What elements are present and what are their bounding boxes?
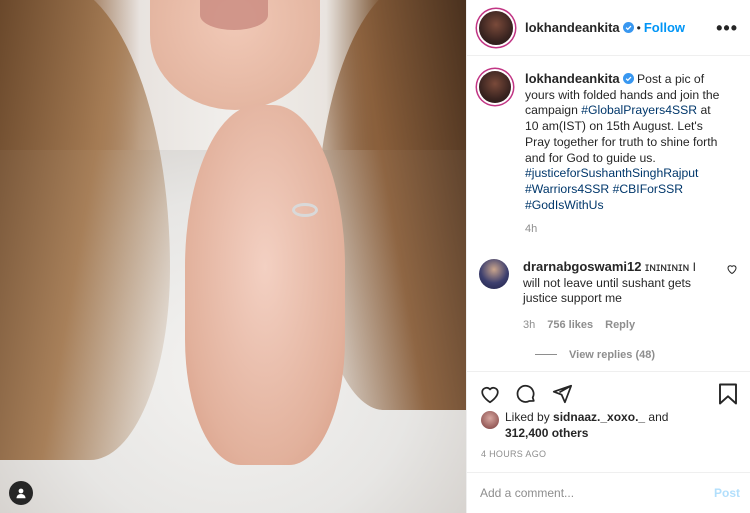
author-avatar[interactable]	[479, 10, 513, 45]
photo-folded-hands	[185, 105, 345, 465]
follow-button[interactable]: Follow	[644, 20, 685, 35]
likes-summary: Liked by sidnaaz._xoxo._ and 312,400 oth…	[481, 410, 738, 441]
hashtag-link[interactable]: #GodIsWithUs	[525, 198, 604, 212]
comment-meta: 3h 756 likes Reply	[523, 319, 738, 331]
view-replies-button[interactable]: View replies (48)	[535, 348, 738, 361]
heart-icon[interactable]	[479, 383, 501, 405]
bookmark-icon[interactable]	[718, 383, 738, 405]
caption-text: lokhandeankita Post a pic of yours with …	[525, 71, 725, 213]
comment-row: drarnabgoswami12 ɪɴɪɴɪɴɪɴ I will not lea…	[479, 259, 738, 307]
verified-badge-icon	[622, 73, 634, 84]
hashtag-link[interactable]: #GlobalPrayers4SSR	[581, 103, 697, 117]
add-comment-bar: Post	[467, 472, 750, 513]
likes-and: and	[645, 410, 669, 424]
likes-count[interactable]: 312,400 others	[505, 426, 588, 440]
view-replies-line	[535, 354, 557, 356]
hashtag-link[interactable]: #Warriors4SSR	[525, 182, 609, 196]
commenter-username[interactable]: drarnabgoswami12	[523, 259, 642, 274]
more-options-icon[interactable]: •••	[716, 19, 738, 37]
comment-time[interactable]: 3h	[523, 319, 535, 331]
comment-like-heart-icon[interactable]	[726, 263, 738, 275]
post-header: lokhandeankita • Follow •••	[467, 0, 750, 56]
photo-hair-left	[0, 0, 170, 460]
user-tag-button[interactable]	[9, 481, 33, 505]
author-username[interactable]: lokhandeankita	[525, 20, 620, 35]
comment-body: drarnabgoswami12 ɪɴɪɴɪɴɪɴ I will not lea…	[523, 259, 699, 307]
user-tag-icon	[16, 488, 26, 499]
hashtag-link[interactable]: #CBIForSSR	[613, 182, 683, 196]
commenter-avatar[interactable]	[479, 259, 509, 290]
comment-reply-button[interactable]: Reply	[605, 319, 635, 331]
action-bar	[467, 371, 750, 415]
photo-lips	[200, 0, 268, 30]
caption-time[interactable]: 4h	[525, 223, 725, 235]
comment-icon[interactable]	[515, 383, 537, 405]
post-timestamp[interactable]: 4 HOURS AGO	[481, 449, 546, 459]
header-separator: •	[636, 20, 641, 35]
comments-section: lokhandeankita Post a pic of yours with …	[467, 57, 750, 371]
post-side-panel: lokhandeankita • Follow ••• lokhandeanki…	[466, 0, 750, 513]
liker-username[interactable]: sidnaaz._xoxo._	[553, 410, 645, 424]
share-icon[interactable]	[551, 383, 573, 405]
view-replies-label: View replies (48)	[569, 348, 656, 361]
post-photo[interactable]	[0, 0, 466, 513]
verified-badge-icon	[622, 22, 634, 33]
caption-username[interactable]: lokhandeankita	[525, 71, 620, 86]
likes-prefix: Liked by	[505, 410, 554, 424]
post-comment-button[interactable]: Post	[714, 486, 740, 500]
comment-likes[interactable]: 756 likes	[547, 319, 593, 331]
add-comment-input[interactable]	[480, 486, 714, 500]
caption-author-avatar[interactable]	[479, 71, 511, 103]
caption-row: lokhandeankita Post a pic of yours with …	[479, 71, 738, 235]
liker-avatar[interactable]	[481, 411, 499, 429]
hashtag-link[interactable]: #justiceforSushanthSinghRajput	[525, 166, 698, 180]
photo-ring	[292, 203, 318, 217]
